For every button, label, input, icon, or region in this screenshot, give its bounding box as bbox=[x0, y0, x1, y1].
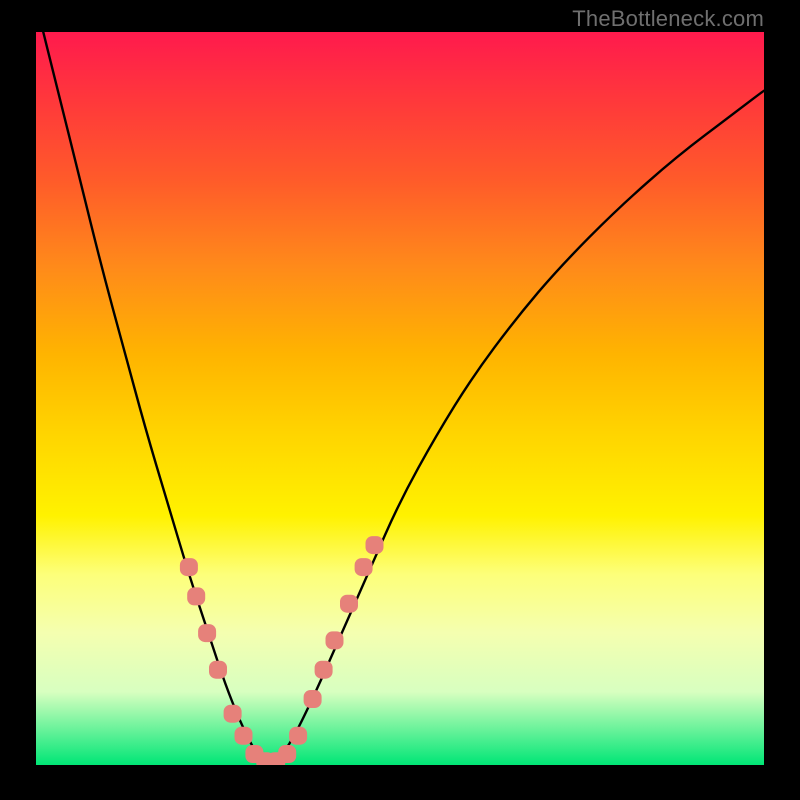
marker-point bbox=[224, 705, 242, 723]
marker-point bbox=[198, 624, 216, 642]
bottleneck-curve bbox=[36, 32, 764, 764]
marker-point bbox=[340, 595, 358, 613]
marker-point bbox=[289, 727, 307, 745]
chart-container: TheBottleneck.com bbox=[0, 0, 800, 800]
marker-point bbox=[366, 536, 384, 554]
marker-point bbox=[355, 558, 373, 576]
marker-point bbox=[304, 690, 322, 708]
marker-point bbox=[187, 587, 205, 605]
marker-point bbox=[315, 661, 333, 679]
marker-point bbox=[209, 661, 227, 679]
marker-point bbox=[180, 558, 198, 576]
marker-point bbox=[235, 727, 253, 745]
marker-point bbox=[326, 631, 344, 649]
highlighted-points bbox=[180, 536, 384, 765]
chart-overlay bbox=[36, 32, 764, 765]
watermark-text: TheBottleneck.com bbox=[572, 6, 764, 32]
marker-point bbox=[278, 745, 296, 763]
